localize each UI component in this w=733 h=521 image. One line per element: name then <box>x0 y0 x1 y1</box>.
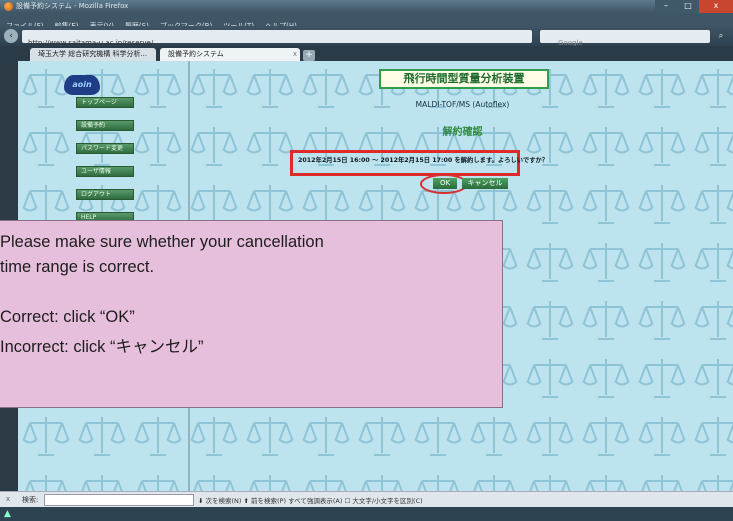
back-button[interactable]: ‹ <box>4 29 18 43</box>
browser-window: 設備予約システム - Mozilla Firefox – □ x ファイル(F)… <box>0 0 733 521</box>
find-input[interactable] <box>44 494 194 506</box>
find-bar: x 検索: ⬇ 次を検索(N) ⬆ 前を検索(P) すべて強調表示(A) ☐ 大… <box>0 491 733 507</box>
find-options[interactable]: ⬇ 次を検索(N) ⬆ 前を検索(P) すべて強調表示(A) ☐ 大文字/小文字… <box>198 495 423 505</box>
site-logo: aoin <box>64 75 100 95</box>
navigation-bar: ‹ http://www.saitama-u.ac.jp/reserve/ Go… <box>0 26 733 47</box>
tab-close-icon[interactable]: x <box>293 48 297 61</box>
new-tab-button[interactable]: + <box>303 50 315 61</box>
maximize-button[interactable]: □ <box>677 0 699 13</box>
sidebar-menu: トップページ 設備予約 パスワード変更 ユーザ情報 ログアウト HELP <box>76 97 138 235</box>
firefox-icon <box>4 2 13 11</box>
tab-reservation[interactable]: 設備予約システム x <box>160 48 300 61</box>
addon-icon: ▲ <box>4 509 11 519</box>
sidebar-item-password[interactable]: パスワード変更 <box>76 143 134 154</box>
find-close-icon[interactable]: x <box>6 495 10 503</box>
note-line-4: Incorrect: click “キャンセル” <box>0 338 204 356</box>
url-bar[interactable]: http://www.saitama-u.ac.jp/reserve/ <box>22 30 532 47</box>
sidebar-item-user-info[interactable]: ユーザ情報 <box>76 166 134 177</box>
instruction-note: Please make sure whether your cancellati… <box>0 220 503 408</box>
tab-label: 設備予約システム <box>168 50 224 58</box>
note-line-2: time range is correct. <box>0 258 155 276</box>
note-line-3: Correct: click “OK” <box>0 308 135 326</box>
menu-bar: ファイル(F) 編集(E) 表示(V) 履歴(S) ブックマーク(B) ツール(… <box>0 13 733 30</box>
cancel-button[interactable]: キャンセル <box>462 178 508 189</box>
tab-research[interactable]: 埼玉大学 総合研究機構 科学分析... <box>30 48 156 61</box>
title-bar: 設備予約システム - Mozilla Firefox – □ x <box>0 0 733 13</box>
page-title: 飛行時間型質量分析装置 <box>379 69 549 89</box>
search-input[interactable]: Google <box>540 30 710 47</box>
find-label: 検索: <box>22 496 39 504</box>
sidebar-item-logout[interactable]: ログアウト <box>76 189 134 200</box>
minimize-button[interactable]: – <box>655 0 677 13</box>
status-bar: ▲ <box>0 507 733 521</box>
sidebar-item-reserve[interactable]: 設備予約 <box>76 120 134 131</box>
tab-label: 埼玉大学 総合研究機構 科学分析... <box>38 50 148 58</box>
cancel-confirm-title: 解約確認 <box>442 127 483 138</box>
confirm-message: 2012年2月15日 16:00 ～ 2012年2月15日 17:00 を解約し… <box>298 157 549 164</box>
close-window-button[interactable]: x <box>699 0 733 13</box>
note-line-1: Please make sure whether your cancellati… <box>0 233 324 251</box>
window-title: 設備予約システム - Mozilla Firefox <box>16 2 129 10</box>
instrument-model: MALDI-TOF/MS (Autoflex) <box>415 100 510 109</box>
ok-button[interactable]: OK <box>433 178 457 189</box>
search-icon[interactable]: ⌕ <box>713 29 729 43</box>
sidebar-item-top[interactable]: トップページ <box>76 97 134 108</box>
tab-bar: 埼玉大学 総合研究機構 科学分析... 設備予約システム x + <box>0 46 733 61</box>
